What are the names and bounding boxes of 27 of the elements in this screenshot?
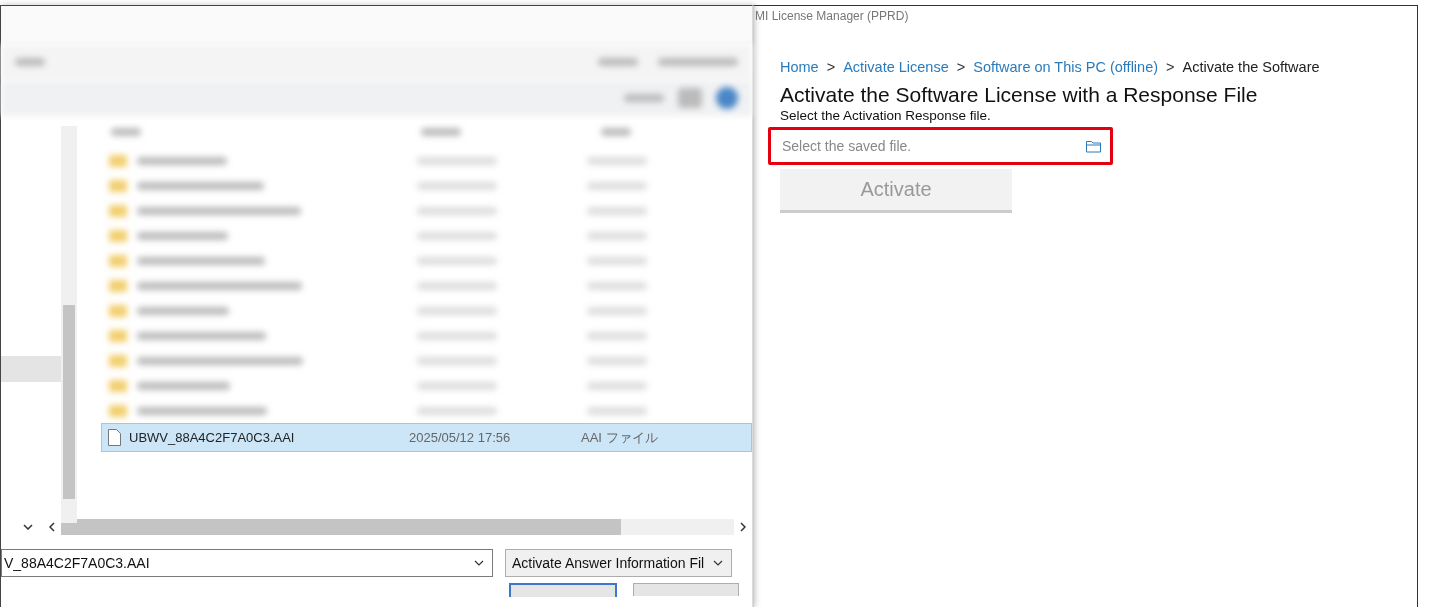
file-type-dropdown[interactable]: Activate Answer Information Fil [505, 549, 732, 577]
breadcrumb-link[interactable]: Home [780, 59, 819, 75]
file-icon [108, 429, 121, 446]
chevron-down-icon [713, 560, 723, 566]
folder-icon[interactable] [1086, 139, 1101, 153]
scroll-left-icon[interactable] [49, 522, 55, 532]
window-title: MI License Manager (PPRD) [754, 8, 910, 25]
open-button[interactable] [509, 583, 617, 597]
page-heading: Activate the Software License with a Response File [780, 83, 1259, 107]
instruction-text: Select the Activation Response file. [780, 108, 992, 123]
chevron-down-icon [474, 560, 484, 566]
vertical-scrollbar[interactable] [61, 126, 77, 523]
file-date: 2025/05/12 17:56 [409, 430, 512, 445]
breadcrumb-separator: > [1166, 59, 1175, 75]
breadcrumb-link[interactable]: Activate License [843, 59, 949, 75]
breadcrumb-separator: > [956, 59, 966, 75]
filename-field[interactable]: V_88A4C2F7A0C3.AAI [1, 549, 493, 577]
file-name: UBWV_88A4C2F7A0C3.AAI [129, 430, 296, 445]
breadcrumb-current: Activate the Software [1182, 59, 1320, 75]
horizontal-scrollbar[interactable] [61, 519, 734, 535]
file-select-field[interactable]: Select the saved file. [768, 127, 1113, 165]
file-row[interactable]: UBWV_88A4C2F7A0C3.AAI 2025/05/12 17:56 AAI ファイル [101, 423, 752, 452]
breadcrumb-link[interactable]: Software on This PC (offline) [973, 59, 1159, 75]
file-type: AAI ファイル [581, 428, 658, 447]
chevron-down-icon[interactable] [23, 524, 33, 530]
breadcrumb-separator: > [826, 59, 836, 75]
scroll-right-icon[interactable] [740, 522, 746, 532]
